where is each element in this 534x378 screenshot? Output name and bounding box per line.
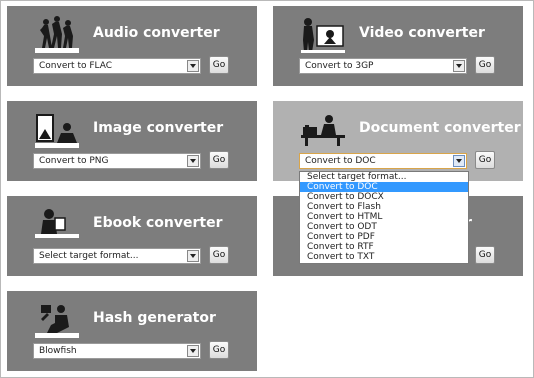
video-go-button[interactable]: Go: [475, 56, 495, 74]
dropdown-option[interactable]: Convert to Flash: [300, 202, 468, 212]
document-format-select[interactable]: Convert to DOC: [299, 153, 467, 169]
framed-picture-icon: [35, 114, 79, 148]
image-go-button[interactable]: Go: [209, 151, 229, 169]
image-converter-card: Image converter Convert to PNG Go: [7, 101, 257, 181]
document-go-button[interactable]: Go: [475, 151, 495, 169]
card-title: Document converter: [359, 120, 521, 136]
image-format-select[interactable]: Convert to PNG: [33, 153, 201, 169]
person-with-stamp-icon: [35, 305, 79, 338]
person-reading-icon: [35, 209, 79, 238]
person-at-screen-icon: [301, 18, 345, 53]
select-value: Convert to 3GP: [305, 61, 374, 71]
chevron-down-icon[interactable]: [187, 345, 199, 357]
dropdown-option[interactable]: Convert to DOCX: [300, 192, 468, 202]
select-value: Select target format...: [39, 251, 139, 261]
select-value: Blowfish: [39, 346, 77, 356]
document-format-dropdown: Select target format... Convert to DOC C…: [299, 171, 469, 264]
card-title: Hash generator: [93, 310, 216, 326]
dropdown-option[interactable]: Convert to ODT: [300, 222, 468, 232]
dancing-figures-icon: [35, 16, 79, 53]
dropdown-option[interactable]: Convert to HTML: [300, 212, 468, 222]
audio-converter-card: Audio converter Convert to FLAC Go: [7, 6, 257, 86]
dropdown-option-highlighted[interactable]: Convert to DOC: [300, 182, 468, 192]
chevron-down-icon[interactable]: [187, 250, 199, 262]
dropdown-option[interactable]: Convert to TXT: [300, 252, 468, 262]
audio-go-button[interactable]: Go: [209, 56, 229, 74]
audio-format-select[interactable]: Convert to FLAC: [33, 58, 201, 74]
person-at-desk-icon: [301, 115, 345, 146]
chevron-down-icon[interactable]: [453, 60, 465, 72]
ebook-format-select[interactable]: Select target format...: [33, 248, 201, 264]
hash-generator-card: Hash generator Blowfish Go: [7, 291, 257, 371]
converter-grid: Audio converter Convert to FLAC Go Video…: [0, 0, 534, 378]
chevron-down-icon[interactable]: [453, 155, 465, 167]
ebook-go-button[interactable]: Go: [209, 246, 229, 264]
obscured-go-button[interactable]: Go: [475, 246, 495, 264]
chevron-down-icon[interactable]: [187, 60, 199, 72]
video-format-select[interactable]: Convert to 3GP: [299, 58, 467, 74]
ebook-converter-card: Ebook converter Select target format... …: [7, 196, 257, 276]
select-value: Convert to FLAC: [39, 61, 113, 71]
select-value: Convert to DOC: [305, 156, 376, 166]
card-title: Audio converter: [93, 25, 220, 41]
dropdown-option[interactable]: Convert to PDF: [300, 232, 468, 242]
select-value: Convert to PNG: [39, 156, 109, 166]
dropdown-option[interactable]: Select target format...: [300, 172, 468, 182]
card-title: Video converter: [359, 25, 485, 41]
chevron-down-icon[interactable]: [187, 155, 199, 167]
hash-go-button[interactable]: Go: [209, 341, 229, 359]
video-converter-card: Video converter Convert to 3GP Go: [273, 6, 523, 86]
dropdown-option[interactable]: Convert to RTF: [300, 242, 468, 252]
card-title: Ebook converter: [93, 215, 223, 231]
hash-algorithm-select[interactable]: Blowfish: [33, 343, 201, 359]
document-converter-card: Document converter Convert to DOC Go: [273, 101, 523, 181]
card-title: Image converter: [93, 120, 224, 136]
